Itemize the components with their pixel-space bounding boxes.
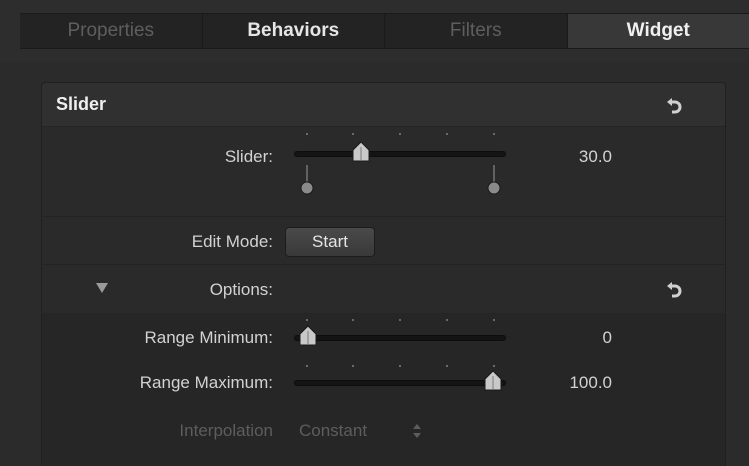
tick-mark — [399, 365, 401, 367]
slider-value[interactable]: 30.0 — [542, 147, 612, 167]
range-maximum-thumb[interactable] — [483, 370, 503, 392]
range-maximum-value[interactable]: 100.0 — [542, 373, 612, 393]
tick-mark — [352, 133, 354, 135]
tab-behaviors[interactable]: Behaviors — [203, 14, 385, 48]
slider-label: Slider: — [224, 147, 273, 166]
tick-mark — [306, 319, 308, 321]
tick-mark — [399, 133, 401, 135]
tick-mark — [399, 319, 401, 321]
range-minimum-label: Range Minimum: — [144, 328, 274, 347]
range-end-handle[interactable] — [485, 165, 503, 197]
tick-mark — [306, 365, 308, 367]
tick-mark — [352, 365, 354, 367]
inspector-tab-bar: Properties Behaviors Filters Widget — [0, 0, 749, 62]
tab-filters[interactable]: Filters — [385, 14, 568, 48]
tick-mark — [493, 365, 495, 367]
range-start-handle[interactable] — [298, 165, 316, 197]
range-maximum-track[interactable] — [294, 380, 506, 386]
slider-track[interactable] — [294, 151, 506, 157]
disclosure-triangle-icon[interactable] — [96, 283, 108, 293]
tab-group: Properties Behaviors Filters Widget — [20, 13, 749, 49]
range-minimum-value[interactable]: 0 — [542, 328, 612, 348]
tab-widget[interactable]: Widget — [567, 14, 749, 48]
panel-header: Slider — [42, 83, 725, 127]
reset-arrow-icon[interactable] — [666, 280, 682, 298]
slider-panel: Slider Slider: 30.0 Edit Mode: Start Opt… — [41, 82, 726, 466]
start-button[interactable]: Start — [285, 227, 375, 257]
slider-thumb[interactable] — [349, 141, 373, 163]
tick-mark — [446, 133, 448, 135]
range-minimum-thumb[interactable] — [298, 325, 318, 347]
interpolation-label: Interpolation — [179, 421, 273, 440]
interpolation-popup[interactable]: Constant — [299, 421, 367, 441]
tick-mark — [446, 319, 448, 321]
options-row: Options: — [42, 265, 725, 313]
edit-mode-row: Edit Mode: Start — [42, 217, 725, 265]
up-down-stepper-icon[interactable] — [412, 424, 422, 438]
reset-arrow-icon[interactable] — [666, 96, 682, 114]
panel-title: Slider — [56, 94, 107, 114]
tick-mark — [493, 319, 495, 321]
edit-mode-label: Edit Mode: — [191, 232, 273, 251]
tick-mark — [493, 133, 495, 135]
range-maximum-label: Range Maximum: — [139, 373, 273, 392]
options-label: Options: — [209, 280, 273, 299]
tick-mark — [446, 365, 448, 367]
range-minimum-track[interactable] — [294, 335, 506, 341]
options-subsection: Range Minimum: 0 Range Maximum: 100.0 In… — [42, 313, 725, 466]
slider-row: Slider: 30.0 — [42, 127, 725, 217]
tick-mark — [352, 319, 354, 321]
tab-properties[interactable]: Properties — [20, 14, 203, 48]
tick-mark — [306, 133, 308, 135]
